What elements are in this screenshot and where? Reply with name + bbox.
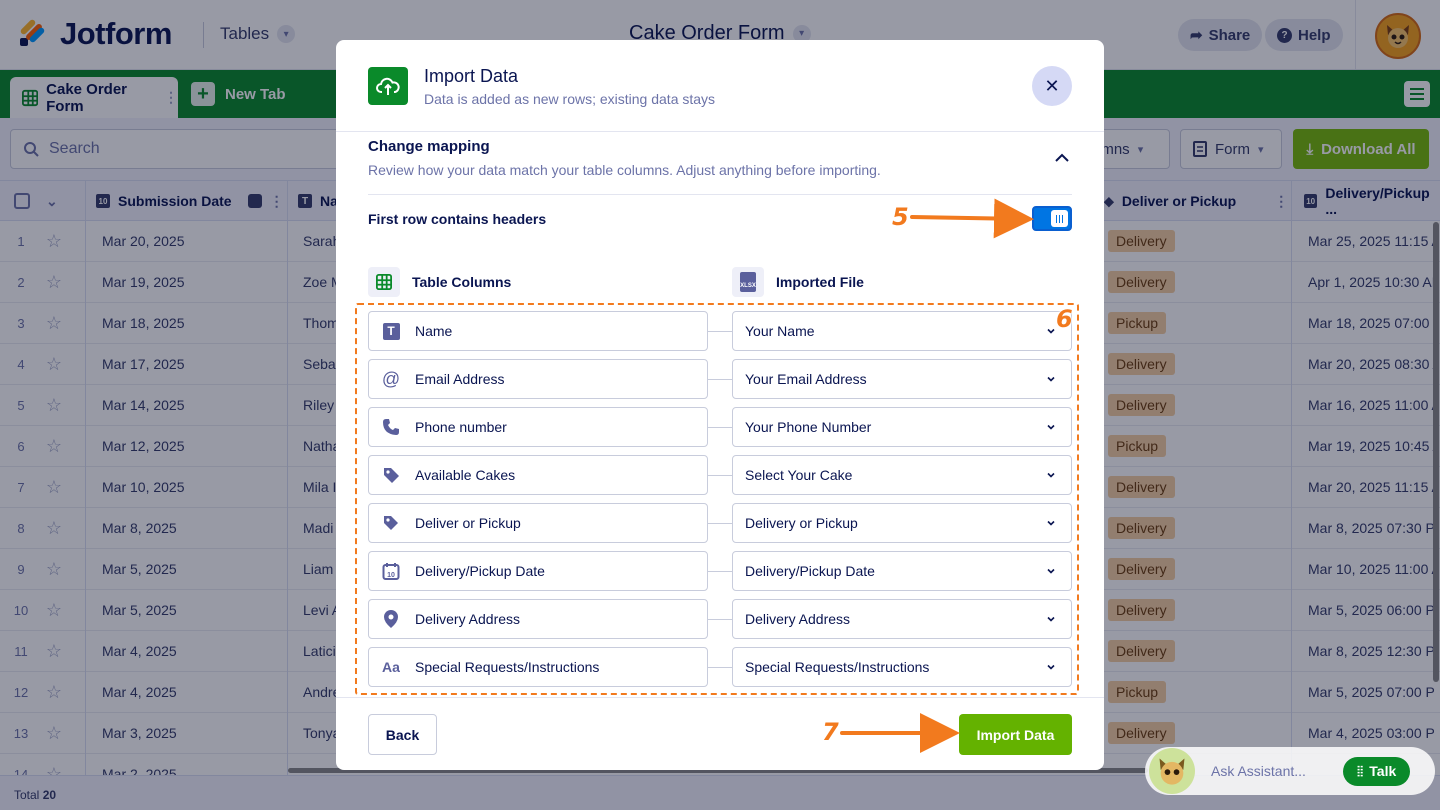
mapping-connector	[708, 475, 732, 476]
calendar-icon: 10	[381, 561, 401, 581]
step-5-label: 5	[892, 203, 909, 231]
chevron-up-icon	[1055, 153, 1069, 162]
selected-source: Delivery/Pickup Date	[745, 563, 875, 579]
chevron-down-icon	[1047, 664, 1055, 670]
table-column-field: Aa Special Requests/Instructions	[368, 647, 708, 687]
mapping-connector	[708, 523, 732, 524]
mapping-connector	[708, 427, 732, 428]
table-columns-label: Table Columns	[412, 274, 512, 290]
toggle-knob	[1051, 210, 1068, 227]
chevron-down-icon	[1047, 616, 1055, 622]
import-data-button[interactable]: Import Data	[959, 714, 1072, 755]
mapping-connector	[708, 571, 732, 572]
textarea-icon: Aa	[382, 659, 400, 675]
selected-source: Select Your Cake	[745, 467, 853, 483]
table-columns-heading: Table Columns	[368, 267, 511, 297]
file-badge: XLSX	[740, 272, 756, 292]
selected-source: Special Requests/Instructions	[745, 659, 930, 675]
talk-button[interactable]: ⦙⦙ Talk	[1343, 756, 1411, 786]
selected-source: Delivery or Pickup	[745, 515, 858, 531]
chevron-down-icon	[1047, 568, 1055, 574]
column-name: Delivery Address	[415, 611, 521, 627]
column-name: Special Requests/Instructions	[415, 659, 600, 675]
tag-icon	[381, 513, 401, 533]
column-name: Delivery/Pickup Date	[415, 563, 545, 579]
text-icon: T	[381, 321, 401, 341]
section-divider	[368, 194, 1072, 195]
column-name: Email Address	[415, 371, 505, 387]
mapping-connector	[708, 619, 732, 620]
selected-source: Delivery Address	[745, 611, 851, 627]
import-data-modal: Import Data Data is added as new rows; e…	[336, 40, 1104, 770]
modal-header: Import Data Data is added as new rows; e…	[336, 40, 1104, 132]
table-column-field: Available Cakes	[368, 455, 708, 495]
column-name: Deliver or Pickup	[415, 515, 521, 531]
source-column-select[interactable]: Your Email Address	[732, 359, 1072, 399]
table-column-field: T Name	[368, 311, 708, 351]
column-name: Available Cakes	[415, 467, 516, 483]
source-column-select[interactable]: Delivery/Pickup Date	[732, 551, 1072, 591]
step-7-label: 7	[822, 718, 839, 746]
svg-text:10: 10	[387, 572, 395, 579]
close-icon: ✕	[1044, 75, 1060, 96]
step-6-label: 6	[1056, 305, 1073, 333]
back-button[interactable]: Back	[368, 714, 437, 755]
chevron-down-icon	[1047, 472, 1055, 478]
collapse-section-button[interactable]	[1052, 148, 1072, 168]
chevron-down-icon	[1047, 520, 1055, 526]
source-column-select[interactable]: Your Name	[732, 311, 1072, 351]
imported-file-label: Imported File	[776, 274, 864, 290]
section-title: Change mapping	[368, 138, 490, 155]
imported-file-heading: XLSX Imported File	[732, 267, 864, 297]
source-column-select[interactable]: Special Requests/Instructions	[732, 647, 1072, 687]
modal-footer: Back Import Data	[336, 697, 1104, 770]
column-name: Name	[415, 323, 453, 339]
modal-title: Import Data	[424, 66, 519, 86]
source-column-select[interactable]: Your Phone Number	[732, 407, 1072, 447]
header-row-label: First row contains headers	[368, 211, 547, 227]
assistant-avatar-icon	[1149, 748, 1195, 794]
selected-source: Your Name	[745, 323, 815, 339]
phone-icon	[381, 417, 401, 437]
audio-wave-icon: ⦙⦙	[1357, 762, 1364, 779]
mapping-connector	[708, 379, 732, 380]
table-column-field: Delivery Address	[368, 599, 708, 639]
section-subtitle: Review how your data match your table co…	[368, 162, 881, 178]
xlsx-file-icon: XLSX	[732, 267, 764, 297]
chevron-down-icon	[1047, 424, 1055, 430]
selected-source: Your Phone Number	[745, 419, 872, 435]
at-icon: @	[381, 368, 401, 389]
table-column-field: @ Email Address	[368, 359, 708, 399]
tags-icon	[381, 465, 401, 485]
close-button[interactable]: ✕	[1032, 66, 1072, 106]
table-grid-icon	[368, 267, 400, 297]
cloud-upload-icon	[368, 67, 408, 105]
mapping-connector	[708, 331, 732, 332]
mapping-connector	[708, 667, 732, 668]
table-column-field: Phone number	[368, 407, 708, 447]
source-column-select[interactable]: Delivery or Pickup	[732, 503, 1072, 543]
chevron-down-icon	[1047, 376, 1055, 382]
modal-subtitle: Data is added as new rows; existing data…	[424, 91, 716, 107]
selected-source: Your Email Address	[745, 371, 867, 387]
column-name: Phone number	[415, 419, 507, 435]
header-row-toggle[interactable]	[1032, 206, 1072, 231]
talk-label: Talk	[1369, 763, 1397, 779]
source-column-select[interactable]: Select Your Cake	[732, 455, 1072, 495]
location-pin-icon	[381, 609, 401, 629]
table-column-field: Deliver or Pickup	[368, 503, 708, 543]
ask-assistant-widget[interactable]: Ask Assistant... ⦙⦙ Talk	[1145, 747, 1435, 795]
source-column-select[interactable]: Delivery Address	[732, 599, 1072, 639]
assistant-placeholder: Ask Assistant...	[1211, 763, 1306, 779]
table-column-field: 10 Delivery/Pickup Date	[368, 551, 708, 591]
